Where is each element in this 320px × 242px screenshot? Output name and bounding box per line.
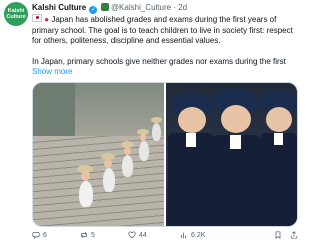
author-handle[interactable]: @Kalshi_Culture [111, 3, 171, 12]
tweet-paragraph-2: In Japan, primary schools give neither g… [32, 57, 298, 78]
avatar-text-line2: Culture [6, 14, 26, 20]
author-name[interactable]: Kalshi Culture [32, 3, 86, 12]
tweet-line2: In Japan, primary schools give neither g… [32, 56, 286, 66]
retweet-icon [81, 231, 87, 239]
japan-flag-icon [32, 14, 42, 22]
tweet-text: ● Japan has abolished grades and exams d… [32, 14, 298, 78]
tweet-paragraph-1: ● Japan has abolished grades and exams d… [32, 14, 298, 47]
share-icon[interactable] [290, 231, 298, 239]
reply-button[interactable]: 6 [32, 231, 80, 239]
show-more-link[interactable]: Show more [32, 67, 72, 76]
avatar[interactable]: Kalshi Culture [4, 2, 28, 26]
views-button[interactable]: 6.2K [180, 231, 230, 239]
heart-icon [128, 231, 136, 239]
verified-icon: ✓ [89, 6, 98, 14]
reply-icon [32, 232, 40, 239]
retweet-button[interactable]: 5 [80, 231, 128, 239]
retweet-count: 5 [91, 231, 95, 239]
like-count: 44 [139, 231, 147, 239]
tweet-media[interactable] [32, 82, 298, 227]
tweet-actions: 6 5 44 6.2K [32, 230, 298, 240]
timestamp[interactable]: 2d [178, 3, 187, 12]
tweet-line1: Japan has abolished grades and exams dur… [32, 15, 293, 45]
photo-students-on-stairs[interactable] [33, 83, 164, 226]
views-icon [181, 232, 186, 239]
photo-students-in-uniforms[interactable] [166, 83, 297, 226]
tweet-header: Kalshi Culture ✓ @Kalshi_Culture · 2d [32, 3, 187, 14]
affiliate-badge-icon [100, 3, 109, 11]
like-button[interactable]: 44 [128, 231, 180, 239]
views-count: 6.2K [191, 231, 206, 239]
apple-icon: ● [44, 15, 50, 24]
separator-dot: · [173, 3, 176, 12]
bookmark-icon[interactable] [274, 231, 282, 239]
reply-count: 6 [43, 231, 47, 239]
